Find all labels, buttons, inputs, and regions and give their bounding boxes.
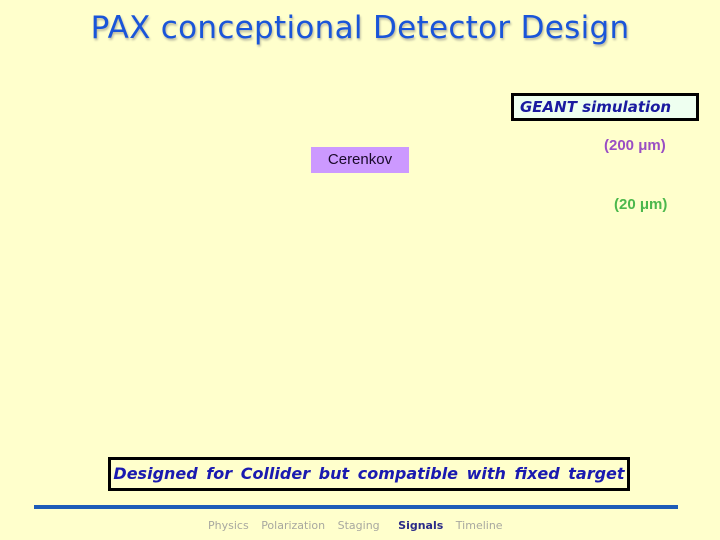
nav-link-polarization[interactable]: Polarization (261, 519, 325, 532)
nav-link-staging[interactable]: Staging (338, 519, 380, 532)
nav-link-signals[interactable]: Signals (398, 519, 443, 532)
nav-link-physics[interactable]: Physics (208, 519, 249, 532)
resolution-200um-label: (200 μm) (604, 137, 666, 154)
resolution-20um-label: (20 μm) (614, 196, 668, 213)
slide-navigation: Physics Polarization Staging Signals Tim… (208, 519, 512, 532)
footer-divider (34, 505, 678, 509)
collider-note-box: Designed for Collider but compatible wit… (108, 457, 630, 491)
slide-title: PAX conceptional Detector Design (90, 10, 630, 46)
nav-link-timeline[interactable]: Timeline (456, 519, 503, 532)
geant-simulation-label: GEANT simulation (511, 93, 699, 121)
cerenkov-label: Cerenkov (311, 147, 409, 173)
